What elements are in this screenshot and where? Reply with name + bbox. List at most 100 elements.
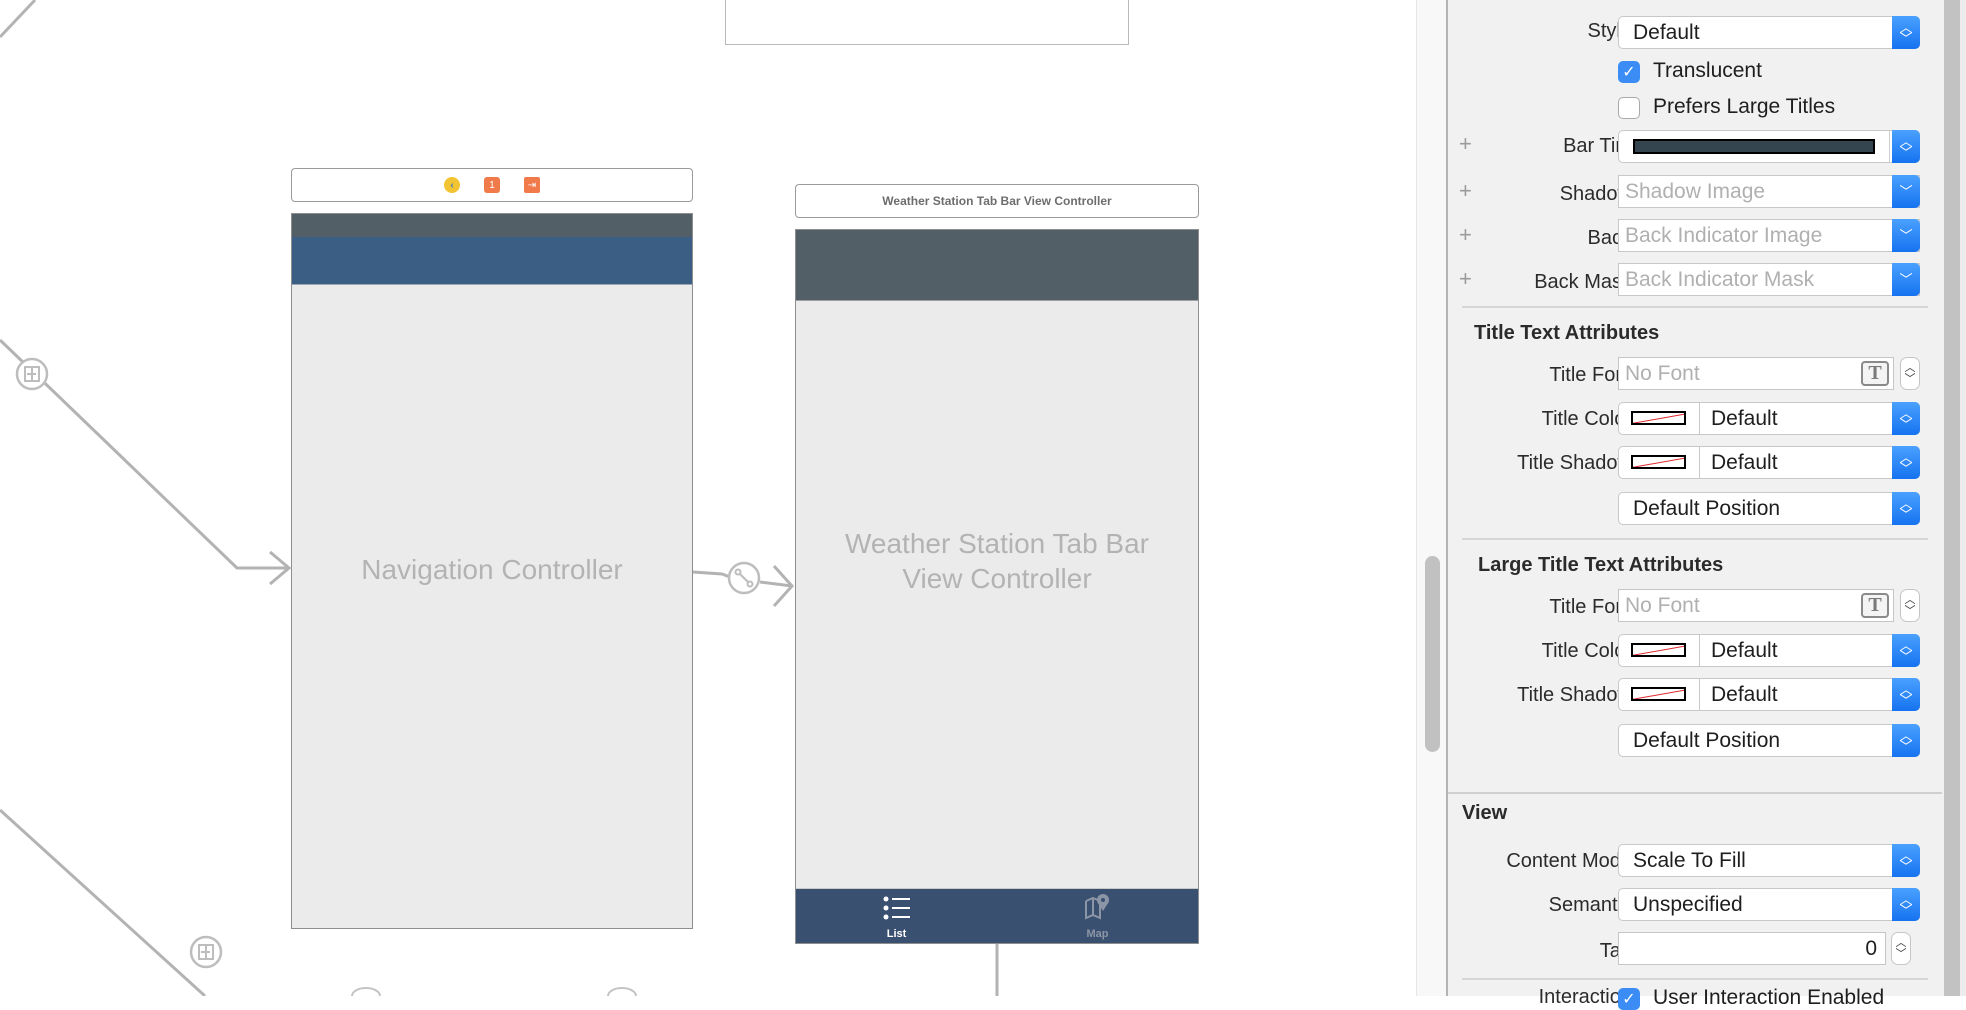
scrollbar-thumb[interactable] [1425,556,1440,752]
tab-label: List [886,928,907,940]
view-section-heading: View [1462,802,1508,824]
content-mode-value: Scale To Fill [1633,849,1746,872]
up-down-chevron-icon: ︿ ﹀ [1892,844,1920,877]
segue-line-bottom-left [0,808,207,996]
title-text-attributes-heading: Title Text Attributes [1474,322,1660,344]
large-title-shadow-value: Default [1711,683,1778,706]
up-down-chevron-icon: ︿ ﹀ [1892,634,1920,667]
title-font-stepper[interactable]: ︿ ﹀ [1900,357,1920,390]
large-title-color-popup[interactable]: Default ︿ ﹀ [1618,634,1920,667]
status-bar [292,214,692,237]
tab-label: Map [1086,928,1109,940]
swatch-area [1619,679,1700,710]
large-title-font-field[interactable]: No Font T [1618,589,1894,622]
no-color-swatch-icon [1631,455,1686,469]
segue-line-top-left [0,0,37,39]
scene-above-partial[interactable] [725,0,1129,45]
title-shadow-popup[interactable]: Default ︿ ﹀ [1618,446,1920,479]
title-color-popup[interactable]: Default ︿ ﹀ [1618,402,1920,435]
tab-bar-controller-scene[interactable]: Weather Station Tab Bar View Controller … [795,229,1199,944]
large-title-shadow-label: Title Shadow [1517,684,1632,706]
content-mode-label: Content Mode [1506,850,1632,872]
scene-title-line1: Weather Station Tab Bar [844,528,1150,559]
large-title-shadow-popup[interactable]: Default ︿ ﹀ [1618,678,1920,711]
partial-segue-circle [351,987,381,996]
up-down-chevron-icon: ︿ ﹀ [1892,678,1920,711]
popup-separator [1889,131,1890,162]
bar-tint-color-popup[interactable]: ︿ ﹀ [1618,130,1920,163]
large-title-color-value: Default [1711,639,1778,662]
user-interaction-enabled-checkbox[interactable]: ✓ [1618,988,1640,1010]
map-pin-icon [1085,894,1109,920]
font-picker-icon[interactable]: T [1861,361,1889,386]
up-down-chevron-icon: ︿ ﹀ [1892,130,1920,163]
title-position-popup[interactable]: Default Position ︿ ﹀ [1618,492,1920,525]
up-down-chevron-icon: ︿ ﹀ [1892,492,1920,525]
title-shadow-value: Default [1711,451,1778,474]
up-down-chevron-icon: ︿ ﹀ [1892,402,1920,435]
back-indicator-placeholder: Back Indicator Image [1625,224,1823,247]
user-interaction-enabled-label: User Interaction Enabled [1653,986,1885,1009]
top-bar [796,230,1198,301]
add-variation-plus-icon[interactable]: + [1459,222,1472,248]
partial-segue-circle [607,987,637,996]
exit-icon[interactable]: ⇥ [524,177,540,193]
large-title-text-attributes-heading: Large Title Text Attributes [1478,554,1724,576]
chevron-down-icon: ﹀ [1892,263,1920,296]
translucent-checkbox[interactable]: ✓ [1618,61,1640,83]
content-mode-popup[interactable]: Scale To Fill ︿ ﹀ [1618,844,1920,877]
title-color-value: Default [1711,407,1778,430]
section-divider [1462,538,1928,540]
scene-title: Navigation Controller [361,554,623,585]
swatch-area [1619,403,1700,434]
title-shadow-label: Title Shadow [1517,452,1632,474]
font-picker-icon[interactable]: T [1861,593,1889,618]
add-variation-plus-icon[interactable]: + [1459,266,1472,292]
translucent-label: Translucent [1653,59,1762,82]
canvas-vertical-scrollbar[interactable] [1416,0,1446,996]
large-title-position-popup[interactable]: Default Position ︿ ﹀ [1618,724,1920,757]
list-icon [883,896,910,920]
prefers-large-titles-label: Prefers Large Titles [1653,95,1836,118]
up-down-chevron-icon: ︿ ﹀ [1892,16,1920,49]
shadow-image-combo[interactable]: Shadow Image ﹀ [1618,175,1920,208]
inspector-section-divider [1448,792,1942,794]
navigation-bar[interactable] [292,237,692,285]
up-down-chevron-icon: ︿ ﹀ [1892,888,1920,921]
style-value: Default [1633,21,1700,44]
navigation-controller-scene[interactable]: Navigation Controller [291,213,693,929]
no-color-swatch-icon [1631,687,1686,701]
title-font-field[interactable]: No Font T [1618,357,1894,390]
no-color-swatch-icon [1631,411,1686,425]
style-popup[interactable]: Default ︿ ﹀ [1618,16,1920,49]
tab-scene-dock[interactable]: Weather Station Tab Bar View Controller [795,184,1199,218]
back-indicator-image-combo[interactable]: Back Indicator Image ﹀ [1618,219,1920,252]
add-variation-plus-icon[interactable]: + [1459,131,1472,157]
tab-bar[interactable]: List Map [796,888,1198,943]
back-indicator-mask-combo[interactable]: Back Indicator Mask ﹀ [1618,263,1920,296]
up-down-chevron-icon: ︿ ﹀ [1892,446,1920,479]
large-title-position-value: Default Position [1633,729,1781,752]
large-title-font-placeholder: No Font [1625,594,1700,617]
back-mask-placeholder: Back Indicator Mask [1625,268,1815,291]
title-font-placeholder: No Font [1625,362,1700,385]
storyboard-canvas[interactable]: ‹ 1 ⇥ Navigation Controller Weather Stat… [0,0,1416,996]
tab-item-map[interactable]: Map [997,889,1198,943]
large-title-font-stepper[interactable]: ︿ ﹀ [1900,589,1920,622]
section-divider [1462,306,1928,308]
bar-tint-swatch [1633,139,1875,154]
tag-field[interactable]: 0 [1618,932,1886,965]
dock-title: Weather Station Tab Bar View Controller [882,194,1112,208]
add-variation-plus-icon[interactable]: + [1459,178,1472,204]
tab-item-list[interactable]: List [796,889,997,943]
inspector-scroll-strip[interactable] [1944,0,1960,996]
back-circle-icon[interactable]: ‹ [444,177,460,193]
section-divider [1462,978,1928,980]
first-responder-cube-icon[interactable]: 1 [484,177,500,193]
nav-scene-dock[interactable]: ‹ 1 ⇥ [291,168,693,202]
semantic-popup[interactable]: Unspecified ︿ ﹀ [1618,888,1920,921]
tag-value: 0 [1865,937,1877,960]
segue-connectors [0,0,999,996]
prefers-large-titles-checkbox[interactable] [1618,97,1640,119]
tag-stepper[interactable]: ︿ ﹀ [1891,932,1911,965]
